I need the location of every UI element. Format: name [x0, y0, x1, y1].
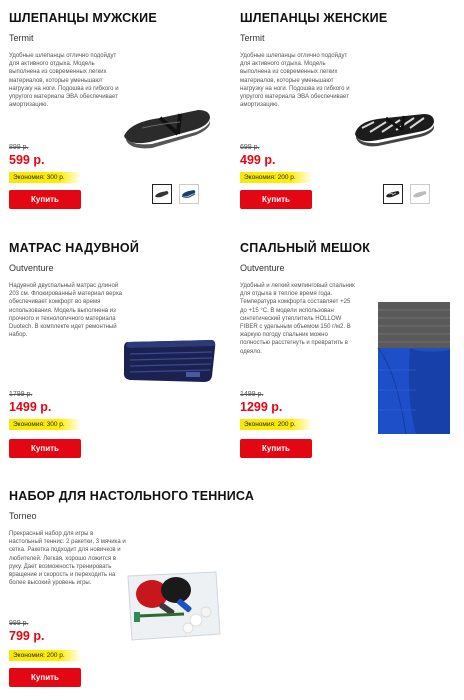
- product-title[interactable]: НАБОР ДЛЯ НАСТОЛЬНОГО ТЕННИСА: [9, 489, 254, 504]
- savings-badge: Экономия: 300 р.: [9, 419, 81, 430]
- flipflop-thumb-icon: [155, 191, 169, 198]
- current-price: 1499 р.: [9, 400, 52, 414]
- product-brand: Torneo: [9, 511, 37, 521]
- mens-flipflop-image[interactable]: [120, 100, 212, 150]
- product-card-air-mattress: МАТРАС НАДУВНОЙ Outventure Надувной двус…: [9, 241, 233, 339]
- product-brand: Outventure: [9, 263, 54, 273]
- product-brand: Termit: [240, 33, 265, 43]
- old-price: 899 р.: [9, 144, 29, 151]
- buy-button[interactable]: Купить: [240, 439, 312, 458]
- product-description: Удобный и легкий кемпинговый спальник дл…: [240, 283, 355, 355]
- womens-flipflop-image[interactable]: [352, 106, 436, 148]
- flipflop-thumb-icon: [181, 190, 196, 198]
- product-brand: Outventure: [240, 263, 285, 273]
- air-mattress-image[interactable]: [120, 336, 218, 386]
- variant-thumbnail[interactable]: [383, 184, 403, 204]
- buy-button[interactable]: Купить: [240, 190, 312, 209]
- buy-button[interactable]: Купить: [9, 190, 81, 209]
- buy-button[interactable]: Купить: [9, 668, 81, 687]
- flipflop-thumb-icon: [413, 191, 427, 198]
- product-title[interactable]: СПАЛЬНЫЙ МЕШОК: [240, 241, 464, 256]
- buy-button[interactable]: Купить: [9, 439, 81, 458]
- product-brand: Termit: [9, 33, 34, 43]
- old-price: 999 р.: [9, 620, 29, 627]
- current-price: 599 р.: [9, 153, 45, 167]
- product-description: Прекрасный набор для игры в настольный т…: [9, 531, 126, 587]
- product-description: Удобные шлепанцы отлично подойдут для ак…: [9, 53, 119, 109]
- current-price: 499 р.: [240, 153, 276, 167]
- table-tennis-set-image[interactable]: [124, 568, 222, 642]
- product-description: Удобные шлепанцы отлично подойдут для ак…: [240, 53, 350, 109]
- product-description: Надувной двуспальный матрас длиной 203 с…: [9, 283, 123, 339]
- current-price: 799 р.: [9, 629, 45, 643]
- variant-thumbnail[interactable]: [410, 184, 430, 204]
- savings-badge: Экономия: 200 р.: [9, 650, 81, 661]
- product-card-womens-flipflops: ШЛЕПАНЦЫ ЖЕНСКИЕ Termit Удобные шлепанцы…: [240, 11, 464, 109]
- savings-badge: Экономия: 200 р.: [240, 172, 312, 183]
- sleeping-bag-image[interactable]: [376, 300, 456, 436]
- flipflop-thumb-icon: [386, 191, 400, 198]
- product-title[interactable]: МАТРАС НАДУВНОЙ: [9, 241, 233, 256]
- old-price: 1499 р.: [240, 391, 264, 398]
- product-card-mens-flipflops: ШЛЕПАНЦЫ МУЖСКИЕ Termit Удобные шлепанцы…: [9, 11, 233, 109]
- savings-badge: Экономия: 300 р.: [9, 172, 81, 183]
- product-title[interactable]: ШЛЕПАНЦЫ ЖЕНСКИЕ: [240, 11, 464, 26]
- variant-thumbnail[interactable]: [179, 184, 199, 204]
- variant-thumbnail[interactable]: [152, 184, 172, 204]
- current-price: 1299 р.: [240, 400, 283, 414]
- savings-badge: Экономия: 200 р.: [240, 419, 312, 430]
- old-price: 1799 р.: [9, 391, 33, 398]
- old-price: 699 р.: [240, 144, 260, 151]
- product-title[interactable]: ШЛЕПАНЦЫ МУЖСКИЕ: [9, 11, 233, 26]
